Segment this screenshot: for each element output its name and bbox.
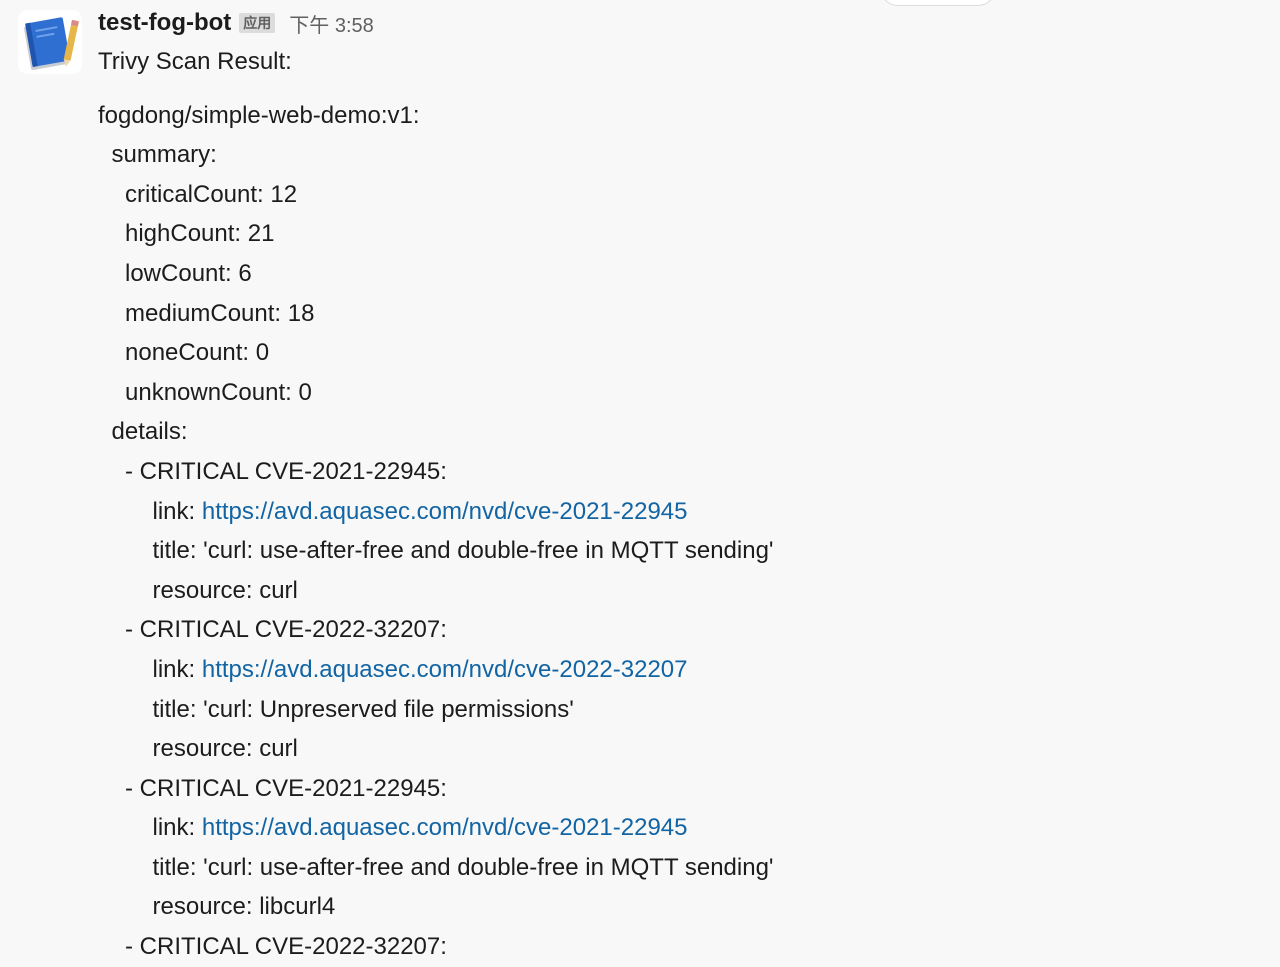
cve-link-line: link: https://avd.aquasec.com/nvd/cve-20… xyxy=(98,650,1248,690)
summary-none-count: noneCount: 0 xyxy=(125,339,270,367)
scan-result-body: fogdong/simple-web-demo:v1: summary: cri… xyxy=(98,96,1248,967)
link-label: link: xyxy=(152,497,202,525)
bot-avatar[interactable] xyxy=(18,10,82,74)
summary-label: summary: xyxy=(111,141,217,169)
link-label: link: xyxy=(152,814,202,842)
message-header: test-fog-bot 应用 下午 3:58 xyxy=(98,8,1248,38)
image-name: fogdong/simple-web-demo:v1: xyxy=(98,101,420,129)
summary-medium-count: mediumCount: 18 xyxy=(125,299,315,327)
cve-resource: resource: libcurl4 xyxy=(152,893,336,921)
cve-link[interactable]: https://avd.aquasec.com/nvd/cve-2021-229… xyxy=(202,814,688,841)
cve-heading: - CRITICAL CVE-2022-32207: xyxy=(125,616,447,644)
notebook-pencil-icon xyxy=(18,10,82,74)
cve-title: title: 'curl: use-after-free and double-… xyxy=(152,853,774,881)
cve-link-line: link: https://avd.aquasec.com/nvd/cve-20… xyxy=(98,808,1248,848)
summary-unknown-count: unknownCount: 0 xyxy=(125,378,312,406)
link-label: link: xyxy=(152,655,202,683)
message-timestamp[interactable]: 下午 3:58 xyxy=(289,9,373,38)
details-label: details: xyxy=(111,418,188,446)
message-actions-toolbar[interactable] xyxy=(880,0,996,6)
cve-title: title: 'curl: Unpreserved file permissio… xyxy=(152,695,574,723)
cve-title: title: 'curl: use-after-free and double-… xyxy=(152,537,774,565)
cve-resource: resource: curl xyxy=(152,576,298,604)
cve-link-line: link: https://avd.aquasec.com/nvd/cve-20… xyxy=(98,492,1248,532)
sender-name[interactable]: test-fog-bot xyxy=(98,9,231,37)
summary-critical-count: criticalCount: 12 xyxy=(125,180,298,208)
summary-high-count: highCount: 21 xyxy=(125,220,275,248)
message-content: test-fog-bot 应用 下午 3:58 Trivy Scan Resul… xyxy=(98,8,1248,967)
summary-low-count: lowCount: 6 xyxy=(125,259,252,287)
cve-heading: - CRITICAL CVE-2021-22945: xyxy=(125,774,447,802)
cve-resource: resource: curl xyxy=(152,735,298,763)
cve-link[interactable]: https://avd.aquasec.com/nvd/cve-2021-229… xyxy=(202,498,688,525)
message-title: Trivy Scan Result: xyxy=(98,48,292,75)
cve-link[interactable]: https://avd.aquasec.com/nvd/cve-2022-322… xyxy=(202,656,688,683)
app-badge: 应用 xyxy=(239,13,276,33)
cve-heading: - CRITICAL CVE-2021-22945: xyxy=(125,457,447,485)
cve-heading: - CRITICAL CVE-2022-32207: xyxy=(125,933,447,961)
